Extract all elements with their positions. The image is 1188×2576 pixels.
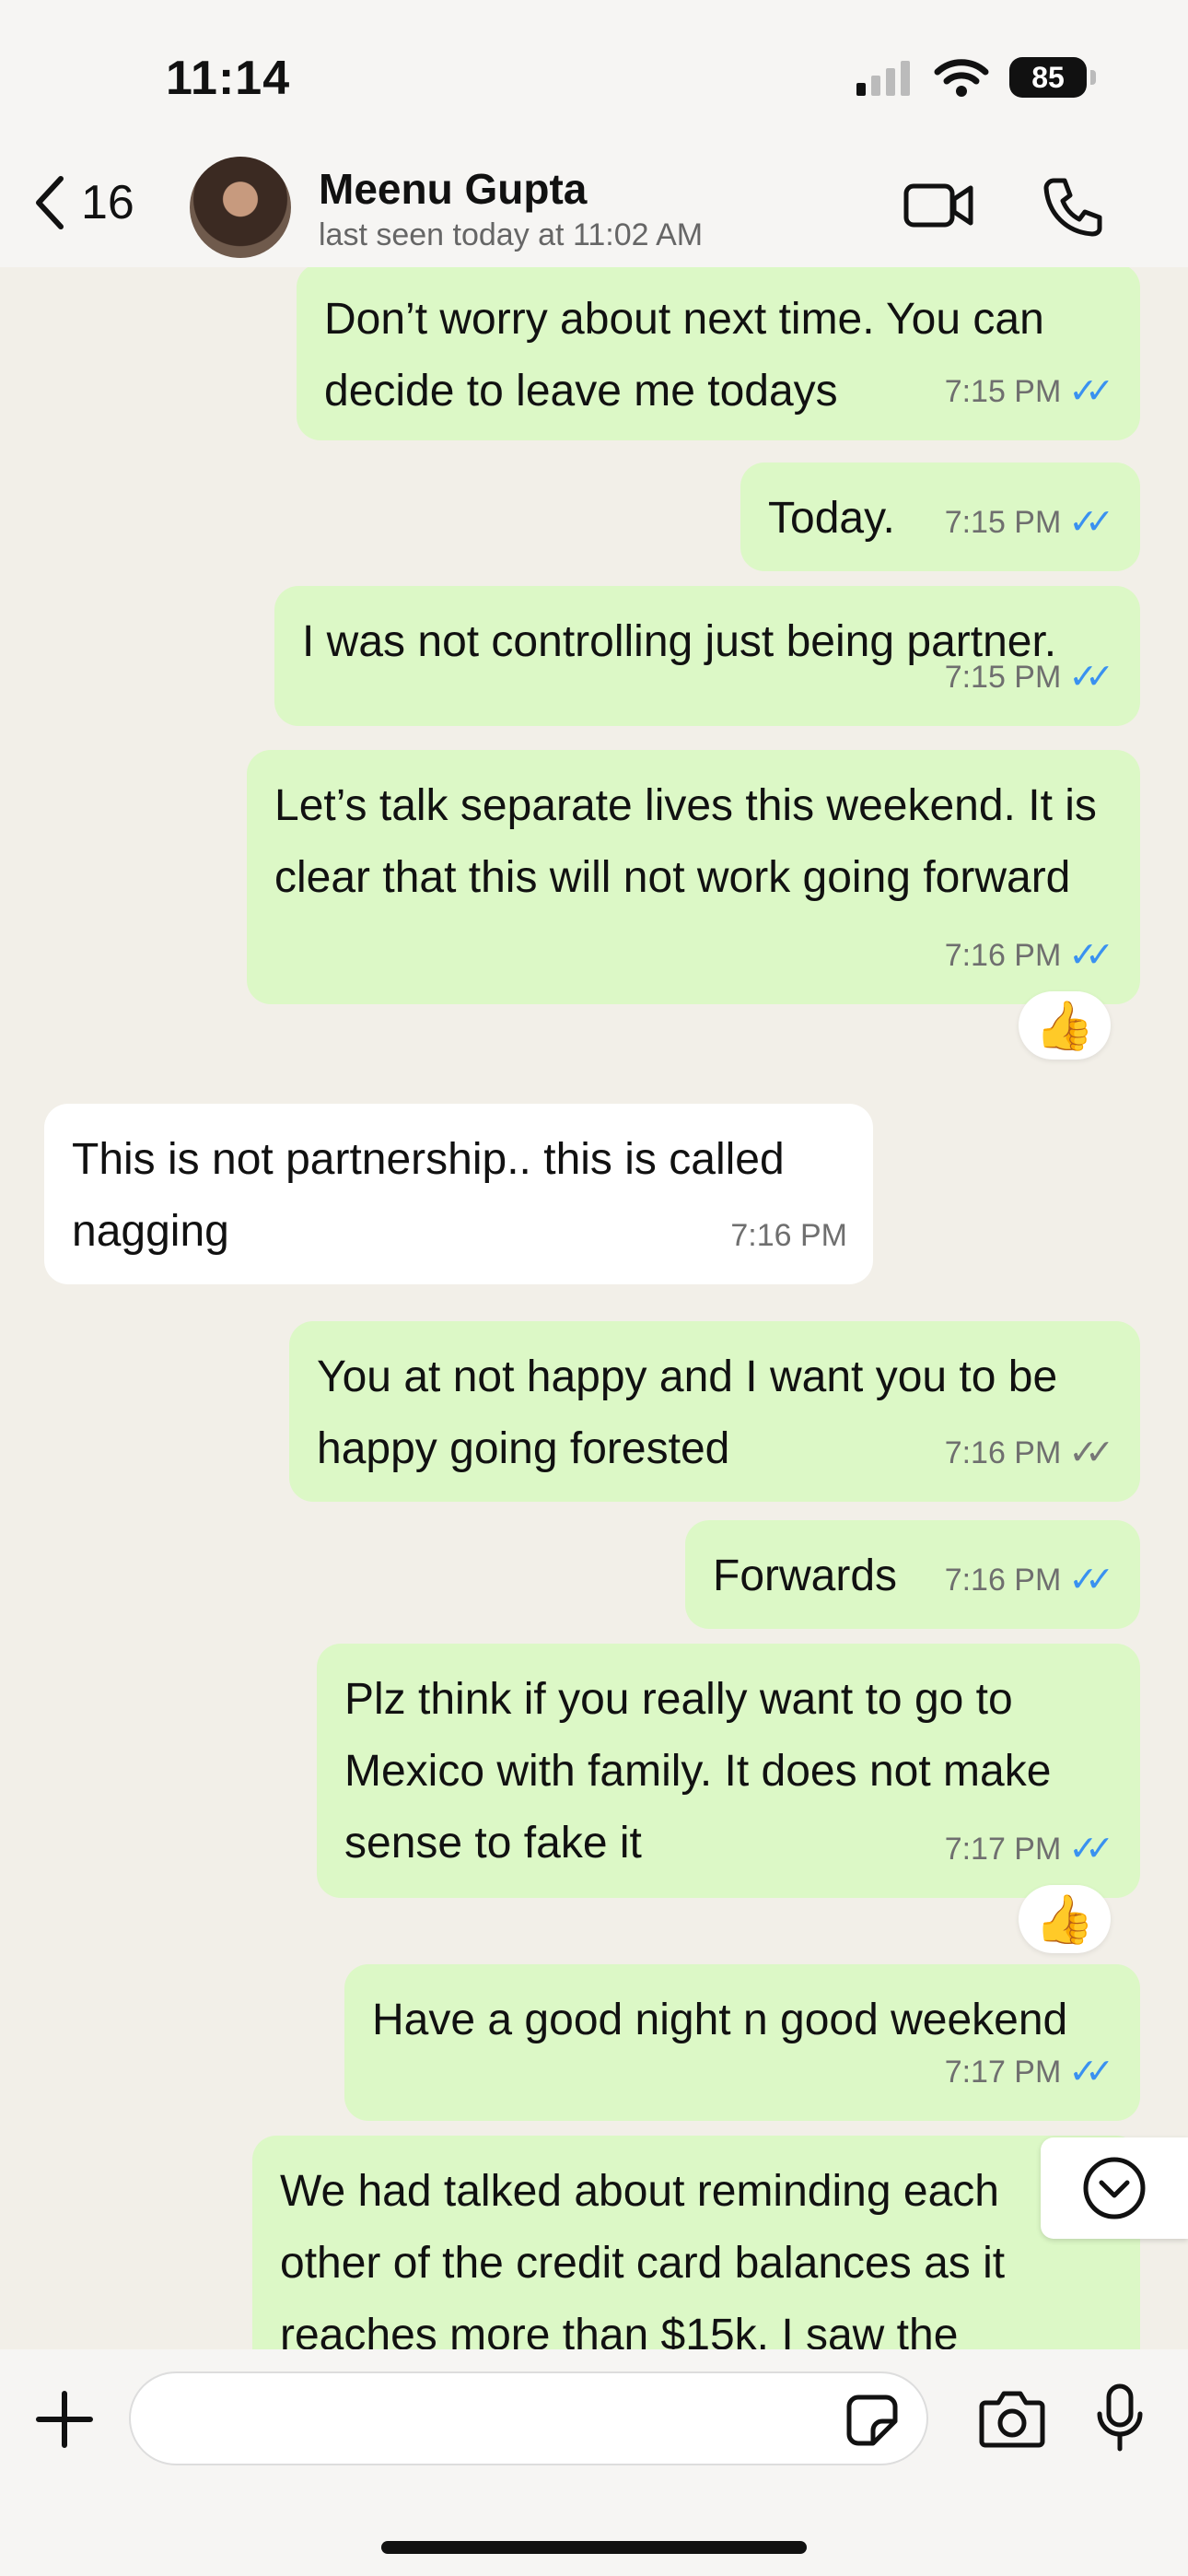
message-outgoing[interactable]: Today. 7:15 PM ✓✓ [740,463,1140,571]
message-time: 7:16 PM [730,1218,847,1253]
message-incoming[interactable]: This is not partnership.. this is called… [44,1104,873,1284]
message-outgoing[interactable]: You at not happy and I want you to be ha… [289,1321,1140,1502]
message-outgoing[interactable]: Forwards 7:16 PM ✓✓ [685,1520,1140,1629]
chevron-down-circle-icon [1083,2157,1146,2219]
message-outgoing[interactable]: I was not controlling just being partner… [274,586,1140,726]
message-time: 7:15 PM [944,374,1062,409]
status-bar: 11:14 85 [0,0,1188,147]
battery-icon: 85 [1009,57,1096,98]
read-receipt-icon: ✓✓ [1068,936,1114,975]
wifi-icon [934,59,989,97]
avatar[interactable] [190,157,291,258]
read-receipt-icon: ✓✓ [1068,2053,1114,2091]
read-receipt-icon: ✓✓ [1068,1830,1114,1868]
chevron-left-icon [36,176,64,229]
scroll-to-bottom-button[interactable] [1041,2137,1188,2239]
message-text: Let’s talk separate lives this weekend. … [274,781,1097,902]
message-time: 7:16 PM [944,1563,1062,1598]
plus-icon[interactable] [35,2390,94,2449]
chat-area[interactable]: Don’t worry about next time. You can dec… [0,267,1188,2349]
reaction-badge[interactable]: 👍 [1019,991,1111,1060]
unread-count: 16 [81,176,134,229]
microphone-icon[interactable] [1094,2383,1146,2453]
message-outgoing[interactable]: We had talked about reminding each other… [252,2136,1140,2349]
home-indicator [381,2541,807,2554]
message-time: 7:15 PM [944,505,1062,540]
message-text: Don’t worry about next time. You can dec… [324,295,1044,416]
signal-icon [856,61,910,96]
message-outgoing[interactable]: Have a good night n good weekend 7:17 PM… [344,1964,1140,2121]
message-time: 7:16 PM [944,938,1062,973]
message-text: This is not partnership.. this is called… [72,1135,785,1256]
back-button[interactable]: 16 [33,175,134,230]
contact-name: Meenu Gupta [319,165,588,213]
message-time: 7:15 PM [944,660,1062,695]
video-call-icon[interactable] [903,175,976,236]
message-time: 7:17 PM [944,2055,1062,2090]
message-text: I was not controlling just being partner… [302,617,1057,666]
message-text: Forwards [713,1551,898,1600]
message-time: 7:16 PM [944,1435,1062,1470]
status-time: 11:14 [166,52,291,105]
message-time: 7:17 PM [944,1832,1062,1867]
chat-header: 16 Meenu Gupta last seen today at 11:02 … [0,147,1188,267]
delivered-receipt-icon: ✓✓ [1068,1434,1114,1472]
last-seen: last seen today at 11:02 AM [319,217,704,252]
message-input[interactable] [129,2371,928,2465]
contact-info[interactable]: Meenu Gupta last seen today at 11:02 AM [319,164,703,253]
read-receipt-icon: ✓✓ [1068,1561,1114,1599]
message-outgoing[interactable]: Plz think if you really want to go to Me… [317,1644,1140,1898]
read-receipt-icon: ✓✓ [1068,658,1114,697]
message-outgoing[interactable]: Let’s talk separate lives this weekend. … [247,750,1140,1004]
read-receipt-icon: ✓✓ [1068,372,1114,411]
camera-icon[interactable] [978,2388,1046,2449]
sticker-icon[interactable] [845,2394,899,2447]
message-text: Today. [768,494,895,543]
message-text: We had talked about reminding each other… [280,2167,1006,2349]
message-outgoing[interactable]: Don’t worry about next time. You can dec… [297,267,1140,440]
reaction-badge[interactable]: 👍 [1019,1885,1111,1953]
read-receipt-icon: ✓✓ [1068,503,1114,542]
phone-call-icon[interactable] [1041,175,1105,240]
